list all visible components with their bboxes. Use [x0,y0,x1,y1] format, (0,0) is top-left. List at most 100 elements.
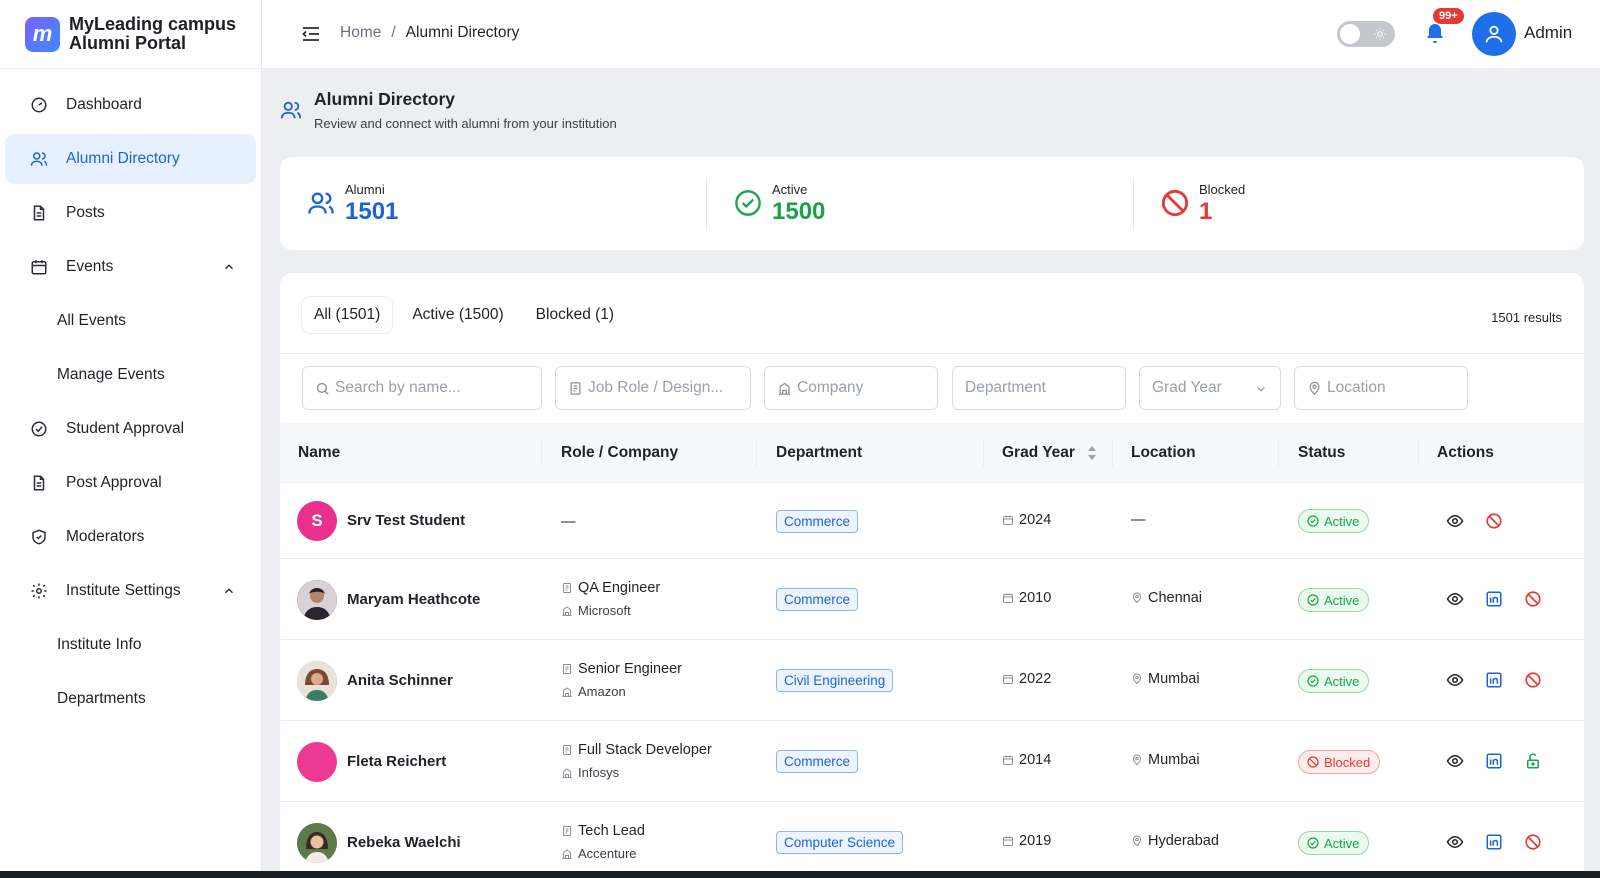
department-tag: Commerce [776,588,859,611]
column-grad-year[interactable]: Grad Year [1002,444,1097,462]
role-filter[interactable]: Job Role / Design... [555,366,751,410]
department-tag: Civil Engineering [776,669,894,692]
status-badge: Active [1298,669,1370,693]
column-separator [1278,439,1279,467]
grad-year-select[interactable]: Grad Year [1139,366,1281,410]
column-label: Grad Year [1002,444,1075,461]
location-filter[interactable]: Location [1294,366,1468,410]
linkedin-icon[interactable] [1485,671,1503,689]
role-line: Senior Engineer [561,657,682,680]
company-line: Infosys [561,761,712,784]
company-line: Amazon [561,680,682,703]
linkedin-icon[interactable] [1485,752,1503,770]
linkedin-icon[interactable] [1485,590,1503,608]
sidebar-item-manage-events[interactable]: Manage Events [5,350,256,400]
tab-blocked[interactable]: Blocked (1) [524,297,626,333]
blocked-icon [1161,189,1189,217]
view-eye-icon[interactable] [1446,833,1464,851]
sidebar-item-alumni-directory[interactable]: Alumni Directory [5,134,256,184]
window-bottom-edge [0,871,1600,878]
avatar[interactable] [1472,12,1516,56]
sidebar-item-dashboard[interactable]: Dashboard [5,80,256,130]
role-text: — [561,513,576,530]
top-bar: Home / Alumni Directory 99+ Admin [262,0,1600,69]
theme-toggle[interactable] [1337,21,1395,47]
linkedin-icon[interactable] [1485,833,1503,851]
sidebar-item-label: Events [66,258,114,275]
location-value: Mumbai [1148,752,1200,768]
alumni-name[interactable]: Fleta Reichert [347,753,446,770]
sidebar-item-student-approval[interactable]: Student Approval [5,404,256,454]
role-placeholder: Job Role / Design... [588,379,724,396]
view-eye-icon[interactable] [1446,590,1464,608]
brand[interactable]: m MyLeading campus Alumni Portal [0,0,261,69]
column-role-company[interactable]: Role / Company [561,444,678,462]
badge-icon [563,582,571,593]
block-icon[interactable] [1485,512,1503,530]
location: Hyderabad [1131,833,1219,849]
alumni-name[interactable]: Maryam Heathcote [347,591,480,608]
breadcrumb-home[interactable]: Home [340,24,381,42]
company-text: Infosys [578,765,620,780]
tab-active[interactable]: Active (1500) [400,297,515,333]
column-name[interactable]: Name [298,444,340,462]
department-tag: Commerce [776,750,859,773]
chevron-up-icon[interactable] [222,584,236,598]
building-icon [778,382,791,395]
chevron-up-icon[interactable] [222,260,236,274]
check-circle-icon [1307,837,1319,849]
search-input[interactable]: Search by name... [302,366,542,410]
role-company: — [561,510,576,533]
sidebar-item-moderators[interactable]: Moderators [5,512,256,562]
column-status[interactable]: Status [1298,444,1345,462]
sidebar-item-label: Alumni Directory [66,150,180,167]
unlock-icon[interactable] [1524,752,1542,770]
role-line: QA Engineer [561,576,660,599]
sidebar-item-institute-settings[interactable]: Institute Settings [5,566,256,616]
calendar-icon [1003,593,1013,603]
sidebar-item-posts[interactable]: Posts [5,188,256,238]
table-row[interactable]: Anita Schinner Senior Engineer Amazon Ci… [280,641,1584,721]
avatar: S [297,501,337,541]
alumni-name[interactable]: Rebeka Waelchi [347,834,461,851]
status-tabs: All (1501) Active (1500) Blocked (1) [302,297,626,333]
grad-year: 2022 [1002,671,1051,687]
view-eye-icon[interactable] [1446,752,1464,770]
sidebar-item-post-approval[interactable]: Post Approval [5,458,256,508]
column-department[interactable]: Department [776,444,862,462]
company-filter[interactable]: Company [764,366,938,410]
view-eye-icon[interactable] [1446,671,1464,689]
table-row[interactable]: Maryam Heathcote QA Engineer Microsoft C… [280,560,1584,640]
stat-value: 1 [1199,198,1213,225]
table-row[interactable]: Rebeka Waelchi Tech Lead Accenture Compu… [280,803,1584,873]
sidebar-toggle-icon[interactable] [302,26,320,42]
sidebar-item-events[interactable]: Events [5,242,256,292]
alumni-name[interactable]: Anita Schinner [347,672,453,689]
sidebar-item-label: Departments [57,690,146,707]
column-location[interactable]: Location [1131,444,1196,462]
alumni-name[interactable]: Srv Test Student [347,512,465,529]
company-text: Amazon [578,684,626,699]
avatar-photo [297,580,337,620]
view-eye-icon[interactable] [1446,512,1464,530]
user-name[interactable]: Admin [1524,23,1572,43]
tab-all[interactable]: All (1501) [302,297,393,333]
table-row[interactable]: S Srv Test Student — Commerce 2024 — Act… [280,484,1584,559]
role-line: Tech Lead [561,819,645,842]
sidebar-item-institute-info[interactable]: Institute Info [5,620,256,670]
block-icon[interactable] [1524,590,1542,608]
block-icon[interactable] [1524,671,1542,689]
department-filter[interactable]: Department [952,366,1126,410]
sidebar-item-departments[interactable]: Departments [5,674,256,724]
table-row[interactable]: Fleta Reichert Full Stack Developer Info… [280,722,1584,802]
brand-line-2: Alumni Portal [69,33,187,53]
block-icon[interactable] [1524,833,1542,851]
bell-icon[interactable] [1423,22,1447,46]
stat-label: Blocked [1199,182,1246,197]
directory-card: All (1501) Active (1500) Blocked (1) 150… [280,273,1584,873]
grad-year-value: 2014 [1019,752,1052,768]
sort-icon[interactable] [1087,445,1097,461]
brand-logo: m [25,16,60,52]
sidebar-item-all-events[interactable]: All Events [5,296,256,346]
dashboard-gauge-icon [31,97,47,113]
